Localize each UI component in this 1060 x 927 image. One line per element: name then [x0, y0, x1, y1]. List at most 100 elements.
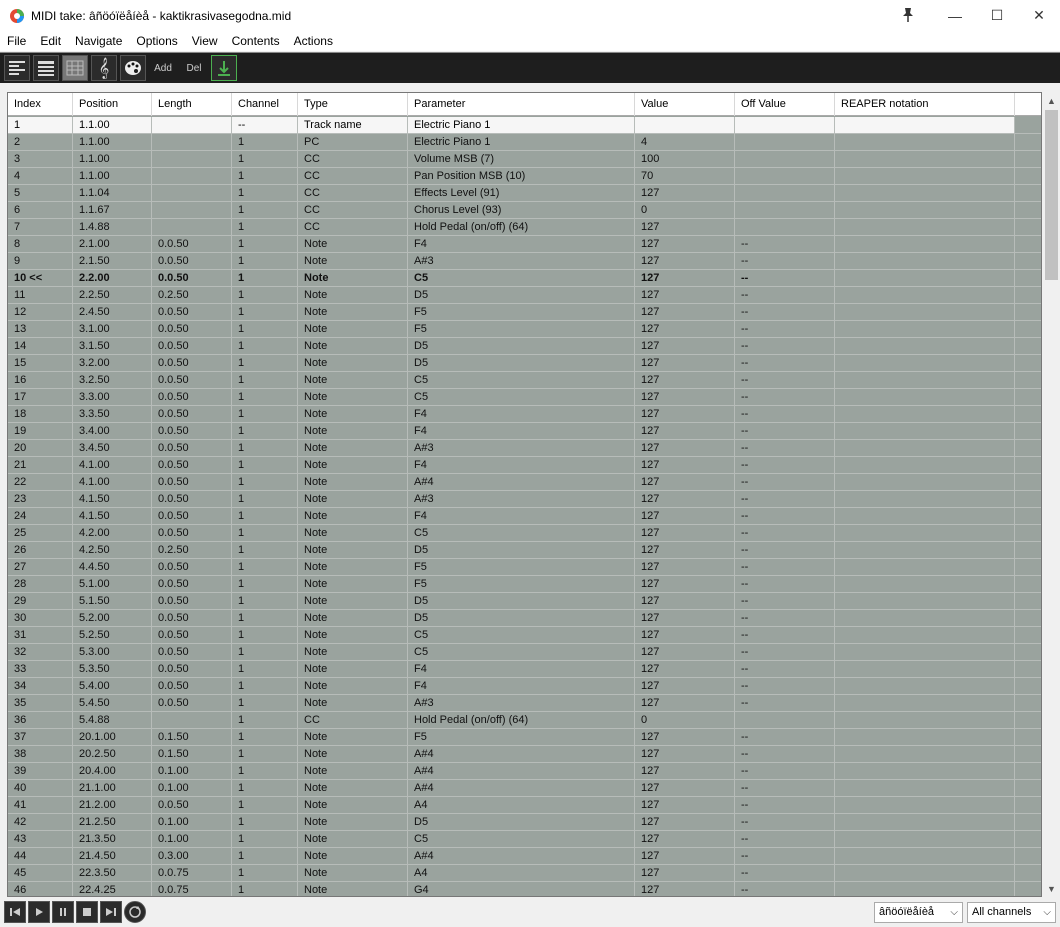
table-row[interactable]: 1 1.1.00 -- Track name Electric Piano 1 [8, 117, 1041, 134]
cell-reaper-notation[interactable] [835, 185, 1015, 201]
maximize-button[interactable]: ☐ [976, 0, 1018, 31]
skip-to-start-button[interactable] [4, 901, 26, 923]
table-row[interactable]: 8 2.1.00 0.0.50 1 Note F4 127 -- [8, 236, 1041, 253]
cell-reaper-notation[interactable] [835, 763, 1015, 779]
cell-value[interactable]: 100 [635, 151, 735, 167]
cell-position[interactable]: 21.4.50 [73, 848, 152, 864]
cell-type[interactable]: Track name [298, 117, 408, 133]
table-row[interactable]: 33 5.3.50 0.0.50 1 Note F4 127 -- [8, 661, 1041, 678]
cell-reaper-notation[interactable] [835, 304, 1015, 320]
table-row[interactable]: 27 4.4.50 0.0.50 1 Note F5 127 -- [8, 559, 1041, 576]
cell-reaper-notation[interactable] [835, 712, 1015, 728]
cell-reaper-notation[interactable] [835, 372, 1015, 388]
cell-off-value[interactable]: -- [735, 338, 835, 354]
cell-length[interactable] [152, 151, 232, 167]
cell-channel[interactable]: 1 [232, 372, 298, 388]
cell-parameter[interactable]: D5 [408, 338, 635, 354]
cell-off-value[interactable] [735, 117, 835, 133]
table-row[interactable]: 12 2.4.50 0.0.50 1 Note F5 127 -- [8, 304, 1041, 321]
cell-position[interactable]: 5.2.50 [73, 627, 152, 643]
cell-parameter[interactable]: A#4 [408, 780, 635, 796]
cell-type[interactable]: Note [298, 865, 408, 881]
cell-channel[interactable]: 1 [232, 763, 298, 779]
cell-reaper-notation[interactable] [835, 610, 1015, 626]
cell-reaper-notation[interactable] [835, 287, 1015, 303]
cell-index[interactable]: 5 [8, 185, 73, 201]
cell-index[interactable]: 21 [8, 457, 73, 473]
cell-length[interactable]: 0.0.50 [152, 797, 232, 813]
cell-parameter[interactable]: Volume MSB (7) [408, 151, 635, 167]
cell-position[interactable]: 3.3.50 [73, 406, 152, 422]
cell-index[interactable]: 34 [8, 678, 73, 694]
scroll-up-icon[interactable]: ▲ [1043, 92, 1060, 109]
pause-button[interactable] [52, 901, 74, 923]
cell-position[interactable]: 3.1.00 [73, 321, 152, 337]
cell-value[interactable]: 127 [635, 610, 735, 626]
cell-index[interactable]: 7 [8, 219, 73, 235]
cell-value[interactable]: 127 [635, 831, 735, 847]
cell-off-value[interactable] [735, 134, 835, 150]
cell-reaper-notation[interactable] [835, 253, 1015, 269]
stop-button[interactable] [76, 901, 98, 923]
cell-reaper-notation[interactable] [835, 151, 1015, 167]
cell-type[interactable]: CC [298, 202, 408, 218]
cell-value[interactable]: 127 [635, 406, 735, 422]
cell-length[interactable] [152, 712, 232, 728]
cell-position[interactable]: 21.2.50 [73, 814, 152, 830]
cell-position[interactable]: 2.2.50 [73, 287, 152, 303]
cell-parameter[interactable]: A#3 [408, 253, 635, 269]
cell-off-value[interactable]: -- [735, 355, 835, 371]
cell-type[interactable]: CC [298, 185, 408, 201]
table-row[interactable]: 45 22.3.50 0.0.75 1 Note A4 127 -- [8, 865, 1041, 882]
cell-channel[interactable]: 1 [232, 695, 298, 711]
cell-off-value[interactable]: -- [735, 593, 835, 609]
table-row[interactable]: 5 1.1.04 1 CC Effects Level (91) 127 [8, 185, 1041, 202]
table-row[interactable]: 16 3.2.50 0.0.50 1 Note C5 127 -- [8, 372, 1041, 389]
cell-length[interactable]: 0.0.50 [152, 508, 232, 524]
cell-position[interactable]: 4.1.00 [73, 474, 152, 490]
cell-value[interactable]: 127 [635, 678, 735, 694]
cell-value[interactable]: 127 [635, 542, 735, 558]
cell-parameter[interactable]: D5 [408, 593, 635, 609]
cell-value[interactable]: 127 [635, 287, 735, 303]
cell-channel[interactable]: 1 [232, 270, 298, 286]
cell-type[interactable]: Note [298, 321, 408, 337]
cell-position[interactable]: 3.4.50 [73, 440, 152, 456]
cell-value[interactable]: 127 [635, 355, 735, 371]
cell-length[interactable]: 0.0.50 [152, 559, 232, 575]
cell-channel[interactable]: 1 [232, 831, 298, 847]
table-row[interactable]: 7 1.4.88 1 CC Hold Pedal (on/off) (64) 127 [8, 219, 1041, 236]
cell-reaper-notation[interactable] [835, 644, 1015, 660]
cell-reaper-notation[interactable] [835, 559, 1015, 575]
cell-index[interactable]: 43 [8, 831, 73, 847]
cell-channel[interactable]: 1 [232, 185, 298, 201]
cell-index[interactable]: 36 [8, 712, 73, 728]
cell-channel[interactable]: 1 [232, 219, 298, 235]
scrollbar-thumb[interactable] [1045, 110, 1058, 280]
cell-off-value[interactable]: -- [735, 304, 835, 320]
cell-length[interactable]: 0.1.50 [152, 746, 232, 762]
cell-channel[interactable]: 1 [232, 848, 298, 864]
cell-parameter[interactable]: C5 [408, 270, 635, 286]
cell-type[interactable]: CC [298, 712, 408, 728]
table-row[interactable]: 36 5.4.88 1 CC Hold Pedal (on/off) (64) 0 [8, 712, 1041, 729]
cell-index[interactable]: 16 [8, 372, 73, 388]
cell-index[interactable]: 37 [8, 729, 73, 745]
table-row[interactable]: 14 3.1.50 0.0.50 1 Note D5 127 -- [8, 338, 1041, 355]
cell-index[interactable]: 27 [8, 559, 73, 575]
cell-value[interactable]: 127 [635, 865, 735, 881]
cell-channel[interactable]: 1 [232, 355, 298, 371]
cell-type[interactable]: Note [298, 304, 408, 320]
cell-length[interactable]: 0.0.50 [152, 236, 232, 252]
cell-off-value[interactable] [735, 185, 835, 201]
cell-type[interactable]: Note [298, 491, 408, 507]
cell-off-value[interactable]: -- [735, 763, 835, 779]
cell-value[interactable]: 127 [635, 219, 735, 235]
cell-type[interactable]: Note [298, 270, 408, 286]
cell-reaper-notation[interactable] [835, 321, 1015, 337]
cell-value[interactable]: 127 [635, 746, 735, 762]
cell-position[interactable]: 5.1.00 [73, 576, 152, 592]
cell-channel[interactable]: -- [232, 117, 298, 133]
view-list-button[interactable] [4, 55, 30, 81]
cell-type[interactable]: Note [298, 508, 408, 524]
